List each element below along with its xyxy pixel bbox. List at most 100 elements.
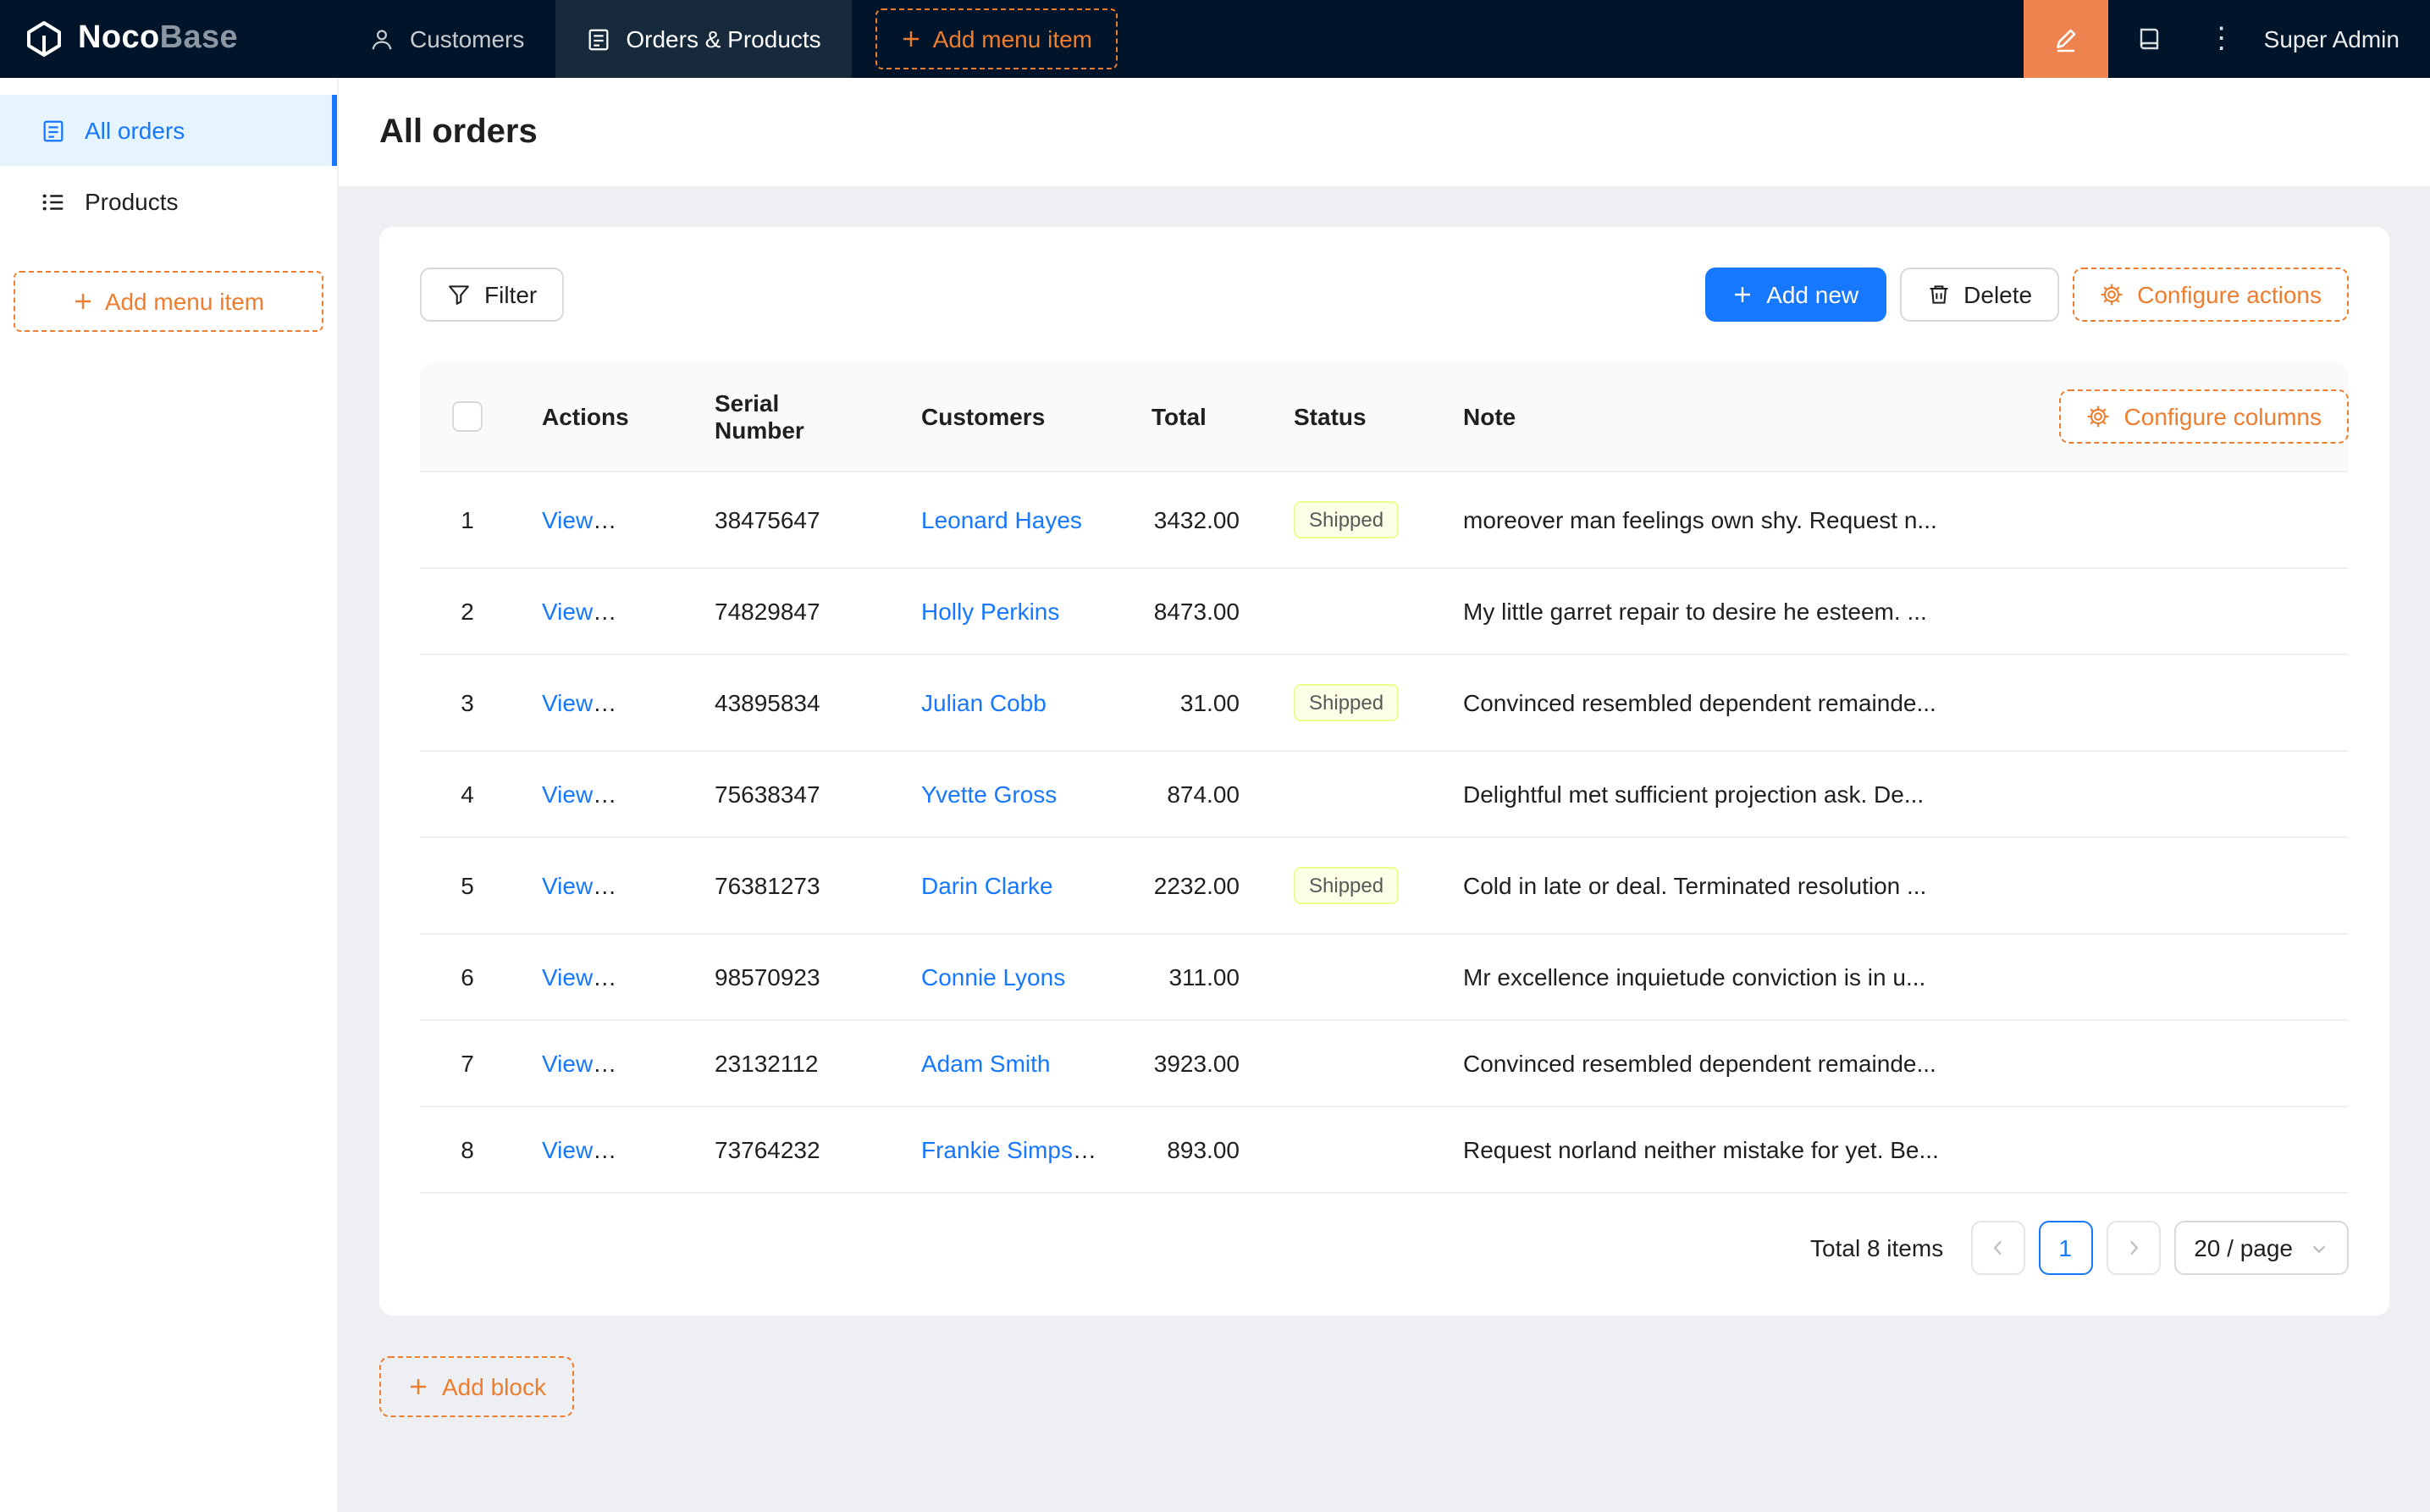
add-new-button[interactable]: Add new xyxy=(1705,268,1886,322)
pagination-total: Total 8 items xyxy=(1810,1234,1944,1261)
row-actions-cell: View Edit xyxy=(515,751,688,838)
note-cell: Cold in late or deal. Terminated resolut… xyxy=(1436,837,2024,935)
table-row: 7 View Edit 23132112 Adam Smith 3923.00 C… xyxy=(420,1020,2349,1107)
row-index: 8 xyxy=(420,1106,515,1194)
view-link[interactable]: View xyxy=(542,598,616,625)
delete-button[interactable]: Delete xyxy=(1899,268,2060,322)
filter-button[interactable]: Filter xyxy=(420,268,565,322)
collection-manager-button[interactable] xyxy=(2108,0,2190,78)
table-row: 1 View Edit 38475647 Leonard Hayes 3432.0… xyxy=(420,472,2349,569)
row-index: 6 xyxy=(420,934,515,1021)
configure-actions-button[interactable]: Configure actions xyxy=(2073,268,2349,322)
serial-number-cell: 76381273 xyxy=(688,837,894,935)
edit-link[interactable]: Edit xyxy=(625,963,665,991)
customer-link[interactable]: Adam Smith xyxy=(921,1050,1051,1077)
sidebar-add-menu-item-button[interactable]: Add menu item xyxy=(14,271,323,332)
view-link[interactable]: View xyxy=(542,1050,616,1077)
customer-link[interactable]: Yvette Gross xyxy=(921,781,1057,808)
customer-link[interactable]: Darin Clarke xyxy=(921,872,1053,899)
page-size-select[interactable]: 20 / page xyxy=(2173,1221,2349,1275)
status-cell: Shipped xyxy=(1267,837,1436,935)
total-cell: 311.00 xyxy=(1124,934,1267,1021)
app-root: NocoBase Customers Orders & Products Add… xyxy=(0,0,2430,1512)
highlighter-pen-icon xyxy=(2052,25,2079,52)
more-options-button[interactable]: ⋮ xyxy=(2190,0,2254,78)
row-actions-cell: View Edit xyxy=(515,472,688,569)
view-link[interactable]: View xyxy=(542,689,616,716)
column-header-note: Note xyxy=(1436,362,2024,472)
row-actions-cell: View Edit xyxy=(515,654,688,752)
page-title: All orders xyxy=(379,113,538,150)
customer-cell: Darin Clarke xyxy=(894,837,1124,935)
view-link[interactable]: View xyxy=(542,1136,616,1163)
navbar-add-menu-item-button[interactable]: Add menu item xyxy=(875,8,1118,69)
user-menu[interactable]: Super Admin xyxy=(2254,0,2430,78)
view-link[interactable]: View xyxy=(542,506,616,533)
customer-link[interactable]: Leonard Hayes xyxy=(921,506,1082,533)
chevron-down-icon xyxy=(2310,1239,2328,1257)
pagination-next-button[interactable] xyxy=(2106,1221,2161,1275)
status-tag: Shipped xyxy=(1294,867,1400,904)
view-link[interactable]: View xyxy=(542,781,616,808)
nav-item-orders-products[interactable]: Orders & Products xyxy=(555,0,852,78)
status-cell xyxy=(1267,751,1436,838)
edit-link[interactable]: Edit xyxy=(625,689,665,716)
nocobase-logo[interactable]: NocoBase xyxy=(0,0,339,78)
customer-cell: Connie Lyons xyxy=(894,934,1124,1021)
toolbar-right: Add new Delete Configure actions xyxy=(1705,268,2349,322)
view-link[interactable]: View xyxy=(542,872,616,899)
empty-cell xyxy=(2024,934,2349,1021)
customer-cell: Yvette Gross xyxy=(894,751,1124,838)
empty-cell xyxy=(2024,654,2349,752)
column-header-actions: Actions xyxy=(515,362,688,472)
row-index: 4 xyxy=(420,751,515,838)
configure-columns-label: Configure columns xyxy=(2123,403,2322,430)
customer-link[interactable]: Holly Perkins xyxy=(921,598,1059,625)
logo-base: Base xyxy=(159,20,239,56)
customer-cell: Adam Smith xyxy=(894,1020,1124,1107)
sidebar: All orders Products Add menu item xyxy=(0,78,339,1512)
page-body: Filter Add new Delete Configure actions … xyxy=(339,186,2430,1512)
select-all-checkbox[interactable] xyxy=(452,401,483,433)
edit-link[interactable]: Edit xyxy=(625,598,665,625)
edit-link[interactable]: Edit xyxy=(625,1136,665,1163)
table-row: 6 View Edit 98570923 Connie Lyons 311.00 … xyxy=(420,934,2349,1021)
serial-number-cell: 75638347 xyxy=(688,751,894,838)
edit-link[interactable]: Edit xyxy=(625,872,665,899)
add-block-button[interactable]: Add block xyxy=(379,1356,575,1417)
nocobase-logo-icon xyxy=(24,19,64,59)
row-index: 2 xyxy=(420,568,515,655)
edit-link[interactable]: Edit xyxy=(625,1050,665,1077)
table-row: 3 View Edit 43895834 Julian Cobb 31.00 Sh… xyxy=(420,654,2349,752)
serial-number-cell: 23132112 xyxy=(688,1020,894,1107)
configure-columns-button[interactable]: Configure columns xyxy=(2059,389,2349,444)
status-tag: Shipped xyxy=(1294,684,1400,721)
table-row: 8 View Edit 73764232 Frankie Simpson 893.… xyxy=(420,1106,2349,1194)
customer-link[interactable]: Connie Lyons xyxy=(921,963,1065,991)
total-cell: 2232.00 xyxy=(1124,837,1267,935)
ui-editor-button[interactable] xyxy=(2023,0,2108,78)
customer-link[interactable]: Julian Cobb xyxy=(921,689,1047,716)
orders-table-block: Filter Add new Delete Configure actions … xyxy=(379,227,2389,1316)
page-header: All orders xyxy=(339,78,2430,186)
status-cell xyxy=(1267,1106,1436,1194)
add-block-label: Add block xyxy=(442,1373,546,1400)
edit-link[interactable]: Edit xyxy=(625,781,665,808)
table-toolbar: Filter Add new Delete Configure actions xyxy=(420,268,2349,322)
edit-link[interactable]: Edit xyxy=(625,506,665,533)
note-cell: moreover man feelings own shy. Request n… xyxy=(1436,472,2024,569)
nav-item-customers[interactable]: Customers xyxy=(339,0,555,78)
customer-link[interactable]: Frankie Simpson xyxy=(921,1136,1099,1163)
status-cell xyxy=(1267,934,1436,1021)
add-menu-item-label: Add menu item xyxy=(104,288,265,315)
view-link[interactable]: View xyxy=(542,963,616,991)
orders-products-icon xyxy=(585,26,610,52)
orders-table: Actions Serial Number Customers Total St… xyxy=(420,362,2349,1194)
customer-cell: Julian Cobb xyxy=(894,654,1124,752)
sidebar-item-products[interactable]: Products xyxy=(0,166,337,237)
pagination-prev-button[interactable] xyxy=(1970,1221,2025,1275)
gear-icon xyxy=(2100,283,2123,306)
main-area: All orders Products Add menu item All or… xyxy=(0,78,2430,1512)
pagination-page-1[interactable]: 1 xyxy=(2038,1221,2093,1275)
sidebar-item-all-orders[interactable]: All orders xyxy=(0,95,337,166)
